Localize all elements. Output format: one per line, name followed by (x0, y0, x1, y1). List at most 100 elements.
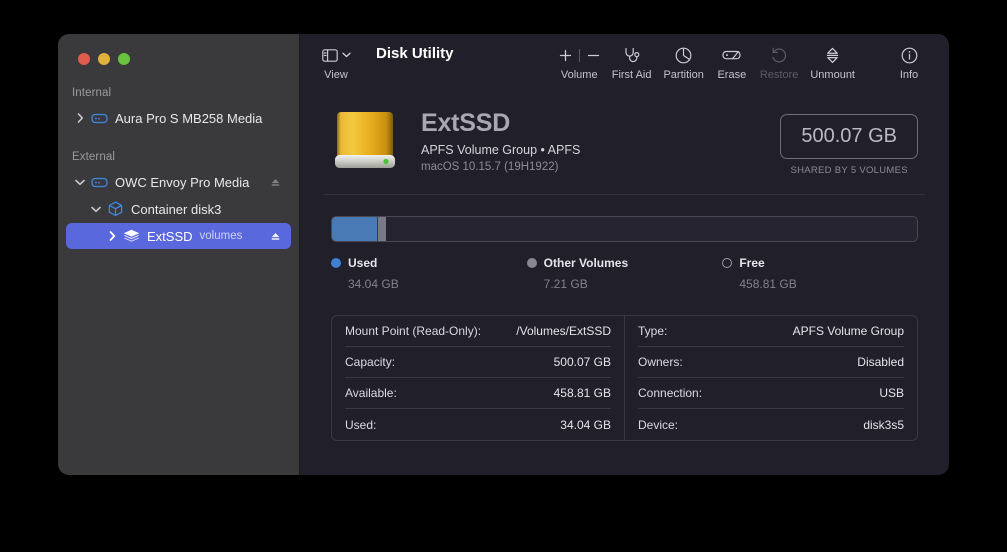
erase-button[interactable]: Erase (710, 44, 754, 81)
usage-segment-used (332, 217, 378, 241)
legend-label: Used (348, 256, 378, 270)
volume-type: APFS Volume Group • APFS (421, 143, 581, 158)
volume-name: ExtSSD (421, 109, 511, 137)
toolbar-item-label: Erase (717, 69, 747, 81)
view-button[interactable]: View (314, 44, 358, 81)
usage-bar (331, 216, 918, 242)
chevron-down-icon[interactable] (88, 206, 104, 213)
sidebar-item-label: OWC Envoy Pro Media (115, 174, 250, 190)
info-key: Mount Point (Read-Only): (345, 324, 482, 338)
minimize-button[interactable] (98, 53, 110, 65)
disk-utility-window: Internal Aura Pro S MB258 Media External (58, 34, 949, 475)
info-key: Connection: (638, 386, 703, 400)
info-key: Device: (638, 417, 679, 432)
info-row: Owners: Disabled (638, 347, 904, 378)
info-row: Mount Point (Read-Only): /Volumes/ExtSSD (345, 316, 611, 347)
capacity-badge: 500.07 GB SHARED BY 5 VOLUMES (780, 106, 918, 176)
info-key: Available: (345, 386, 397, 400)
info-row: Type: APFS Volume Group (638, 316, 904, 347)
first-aid-button[interactable]: First Aid (606, 44, 658, 81)
legend-label: Free (739, 256, 765, 270)
eject-icon[interactable] (270, 177, 281, 188)
info-row: Connection: USB (638, 378, 904, 409)
info-row: Device: disk3s5 (638, 409, 904, 440)
view-label: View (324, 69, 348, 81)
info-value: APFS Volume Group (792, 324, 904, 338)
legend-marker-used (331, 258, 341, 268)
info-key: Used: (345, 417, 377, 432)
legend-value: 458.81 GB (739, 277, 797, 291)
toolbar-item-label: Restore (759, 69, 799, 81)
legend-marker-free (722, 258, 733, 268)
toolbar-item-label: Volume (560, 69, 598, 81)
info-circle-icon (901, 44, 918, 66)
toolbar-item-label: Info (899, 69, 919, 81)
sidebar: Internal Aura Pro S MB258 Media External (58, 34, 300, 475)
traffic-lights (58, 34, 299, 65)
info-value: 500.07 GB (553, 355, 611, 369)
toolbar-divider (578, 48, 580, 62)
restore-button: Restore (754, 44, 805, 81)
main-pane: View Disk Utility Volume First Aid Parti… (300, 34, 949, 475)
close-button[interactable] (78, 53, 90, 65)
chevron-right-icon[interactable] (104, 231, 120, 241)
eject-icon[interactable] (270, 231, 281, 242)
info-row: Available: 458.81 GB (345, 378, 611, 409)
sidebar-item-label: Aura Pro S MB258 Media (115, 110, 263, 126)
volume-stack-icon (120, 229, 142, 244)
info-table: Mount Point (Read-Only): /Volumes/ExtSSD… (331, 315, 918, 441)
unmount-button[interactable]: Unmount (804, 44, 861, 81)
legend-item-used: Used 34.04 GB (331, 256, 527, 291)
info-value: disk3s5 (863, 417, 904, 432)
eject-icon (824, 44, 841, 66)
sidebar-item-container-disk3[interactable]: Container disk3 (66, 196, 291, 222)
toolbar-item-label: First Aid (611, 69, 652, 81)
legend-value: 34.04 GB (348, 277, 399, 291)
info-row: Capacity: 500.07 GB (345, 347, 611, 378)
info-key: Capacity: (345, 355, 396, 369)
legend-item-free: Free 458.81 GB (722, 256, 918, 291)
info-value: 458.81 GB (553, 386, 611, 400)
capacity-value: 500.07 GB (780, 114, 918, 159)
info-column-right: Type: APFS Volume Group Owners: Disabled… (625, 316, 917, 440)
info-value: 34.04 GB (560, 417, 611, 432)
info-value: /Volumes/ExtSSD (516, 324, 611, 338)
volume-hero: ExtSSD APFS Volume Group • APFS macOS 10… (322, 92, 927, 176)
info-button[interactable]: Info (887, 44, 931, 81)
sidebar-item-label: Container disk3 (131, 201, 222, 217)
toolbar: View Disk Utility Volume First Aid Parti… (300, 34, 949, 92)
info-value: USB (879, 386, 904, 400)
sidebar-item-owc-envoy-pro[interactable]: OWC Envoy Pro Media (66, 169, 291, 195)
sidebar-item-sublabel: volumes (199, 230, 243, 242)
info-key: Owners: (638, 355, 683, 369)
sidebar-section-internal-label: Internal (72, 87, 112, 99)
undo-arrow-icon (771, 44, 788, 66)
info-key: Type: (638, 324, 668, 338)
legend-item-other-volumes: Other Volumes 7.21 GB (526, 256, 723, 291)
zoom-button[interactable] (118, 53, 130, 65)
volume-os: macOS 10.15.7 (19H1922) (421, 161, 559, 174)
hard-drive-icon (88, 176, 110, 189)
info-value: Disabled (857, 355, 904, 369)
usage-segment-free (386, 217, 917, 241)
pie-chart-icon (675, 44, 692, 66)
sidebar-item-aura-pro-s[interactable]: Aura Pro S MB258 Media (66, 105, 291, 131)
content-area: ExtSSD APFS Volume Group • APFS macOS 10… (300, 92, 949, 475)
legend-label: Other Volumes (543, 256, 629, 270)
volume-button[interactable]: Volume (553, 44, 606, 81)
erase-drive-icon (722, 44, 741, 66)
external-drive-icon (331, 110, 399, 172)
chevron-right-icon[interactable] (72, 113, 88, 123)
sidebar-section-external-label: External (72, 151, 115, 163)
chevron-down-icon[interactable] (72, 179, 88, 186)
toolbar-item-label: Unmount (810, 69, 855, 81)
usage-segment-other (377, 217, 387, 241)
legend-value: 7.21 GB (543, 277, 588, 291)
legend-marker-other (526, 258, 537, 268)
stethoscope-icon (623, 44, 641, 66)
info-row: Used: 34.04 GB (345, 409, 611, 440)
sidebar-item-extssd[interactable]: ExtSSD volumes (66, 223, 291, 249)
shared-volumes-note: SHARED BY 5 VOLUMES (790, 165, 908, 176)
hero-divider (324, 194, 925, 195)
partition-button[interactable]: Partition (657, 44, 709, 81)
